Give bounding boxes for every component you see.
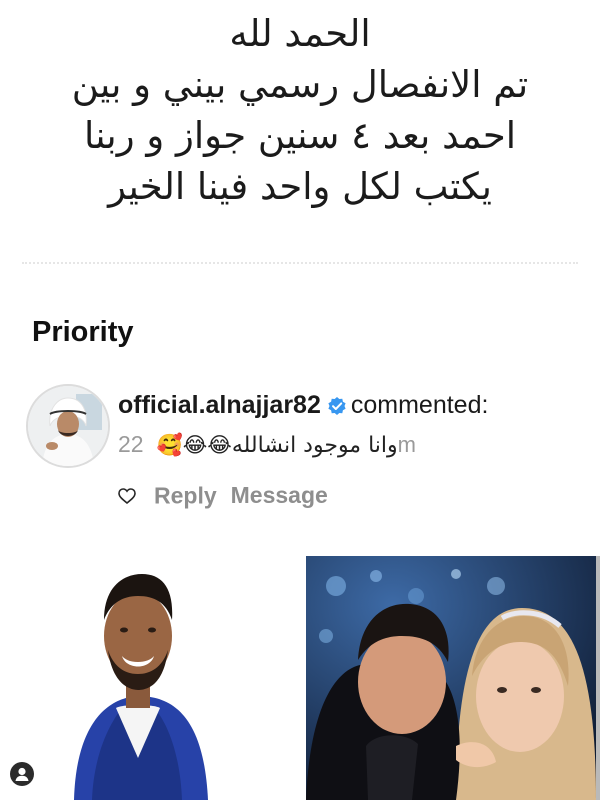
username-link[interactable]: official.alnajjar82: [118, 391, 321, 419]
user-tag-icon[interactable]: [10, 762, 34, 786]
comment-header: official.alnajjar82 commented:: [118, 391, 488, 420]
photo-image: [306, 556, 596, 800]
post-line: الحمد لله: [229, 12, 371, 55]
divider: [22, 262, 578, 264]
reply-button[interactable]: Reply: [154, 482, 217, 508]
photo-man-blue-jacket[interactable]: [4, 558, 293, 800]
comment-actions: Reply Message: [118, 481, 328, 509]
post-line: احمد بعد ٤ سنين جواز و ربنا: [83, 114, 517, 157]
avatar[interactable]: [26, 384, 110, 468]
heart-icon[interactable]: [118, 488, 136, 504]
post-text: الحمد لله تم الانفصال رسمي بيني و بين اح…: [20, 8, 580, 212]
emoji: 😂: [182, 433, 208, 457]
comment-text-trail: m: [397, 432, 416, 457]
section-title: Priority: [32, 316, 134, 348]
comment-text: وانا موجود انشالله: [231, 433, 398, 458]
emoji: 😂: [207, 433, 232, 457]
avatar-image: [28, 386, 108, 466]
verified-badge-icon: [328, 397, 346, 415]
comment-action: commented:: [350, 391, 489, 419]
comment-body: 22 🥰😂😂وانا موجود انشاللهm: [118, 431, 416, 458]
photo-couple[interactable]: [306, 556, 596, 800]
emoji: 🥰: [156, 433, 183, 457]
message-button[interactable]: Message: [231, 482, 328, 508]
post-line: تم الانفصال رسمي بيني و بين: [71, 63, 529, 106]
screenshot-edge: [596, 556, 600, 800]
person-icon: [15, 767, 29, 781]
post-line: يكتب لكل واحد فينا الخير: [108, 165, 492, 208]
like-count: 22: [118, 431, 144, 457]
photo-image: [4, 558, 293, 800]
